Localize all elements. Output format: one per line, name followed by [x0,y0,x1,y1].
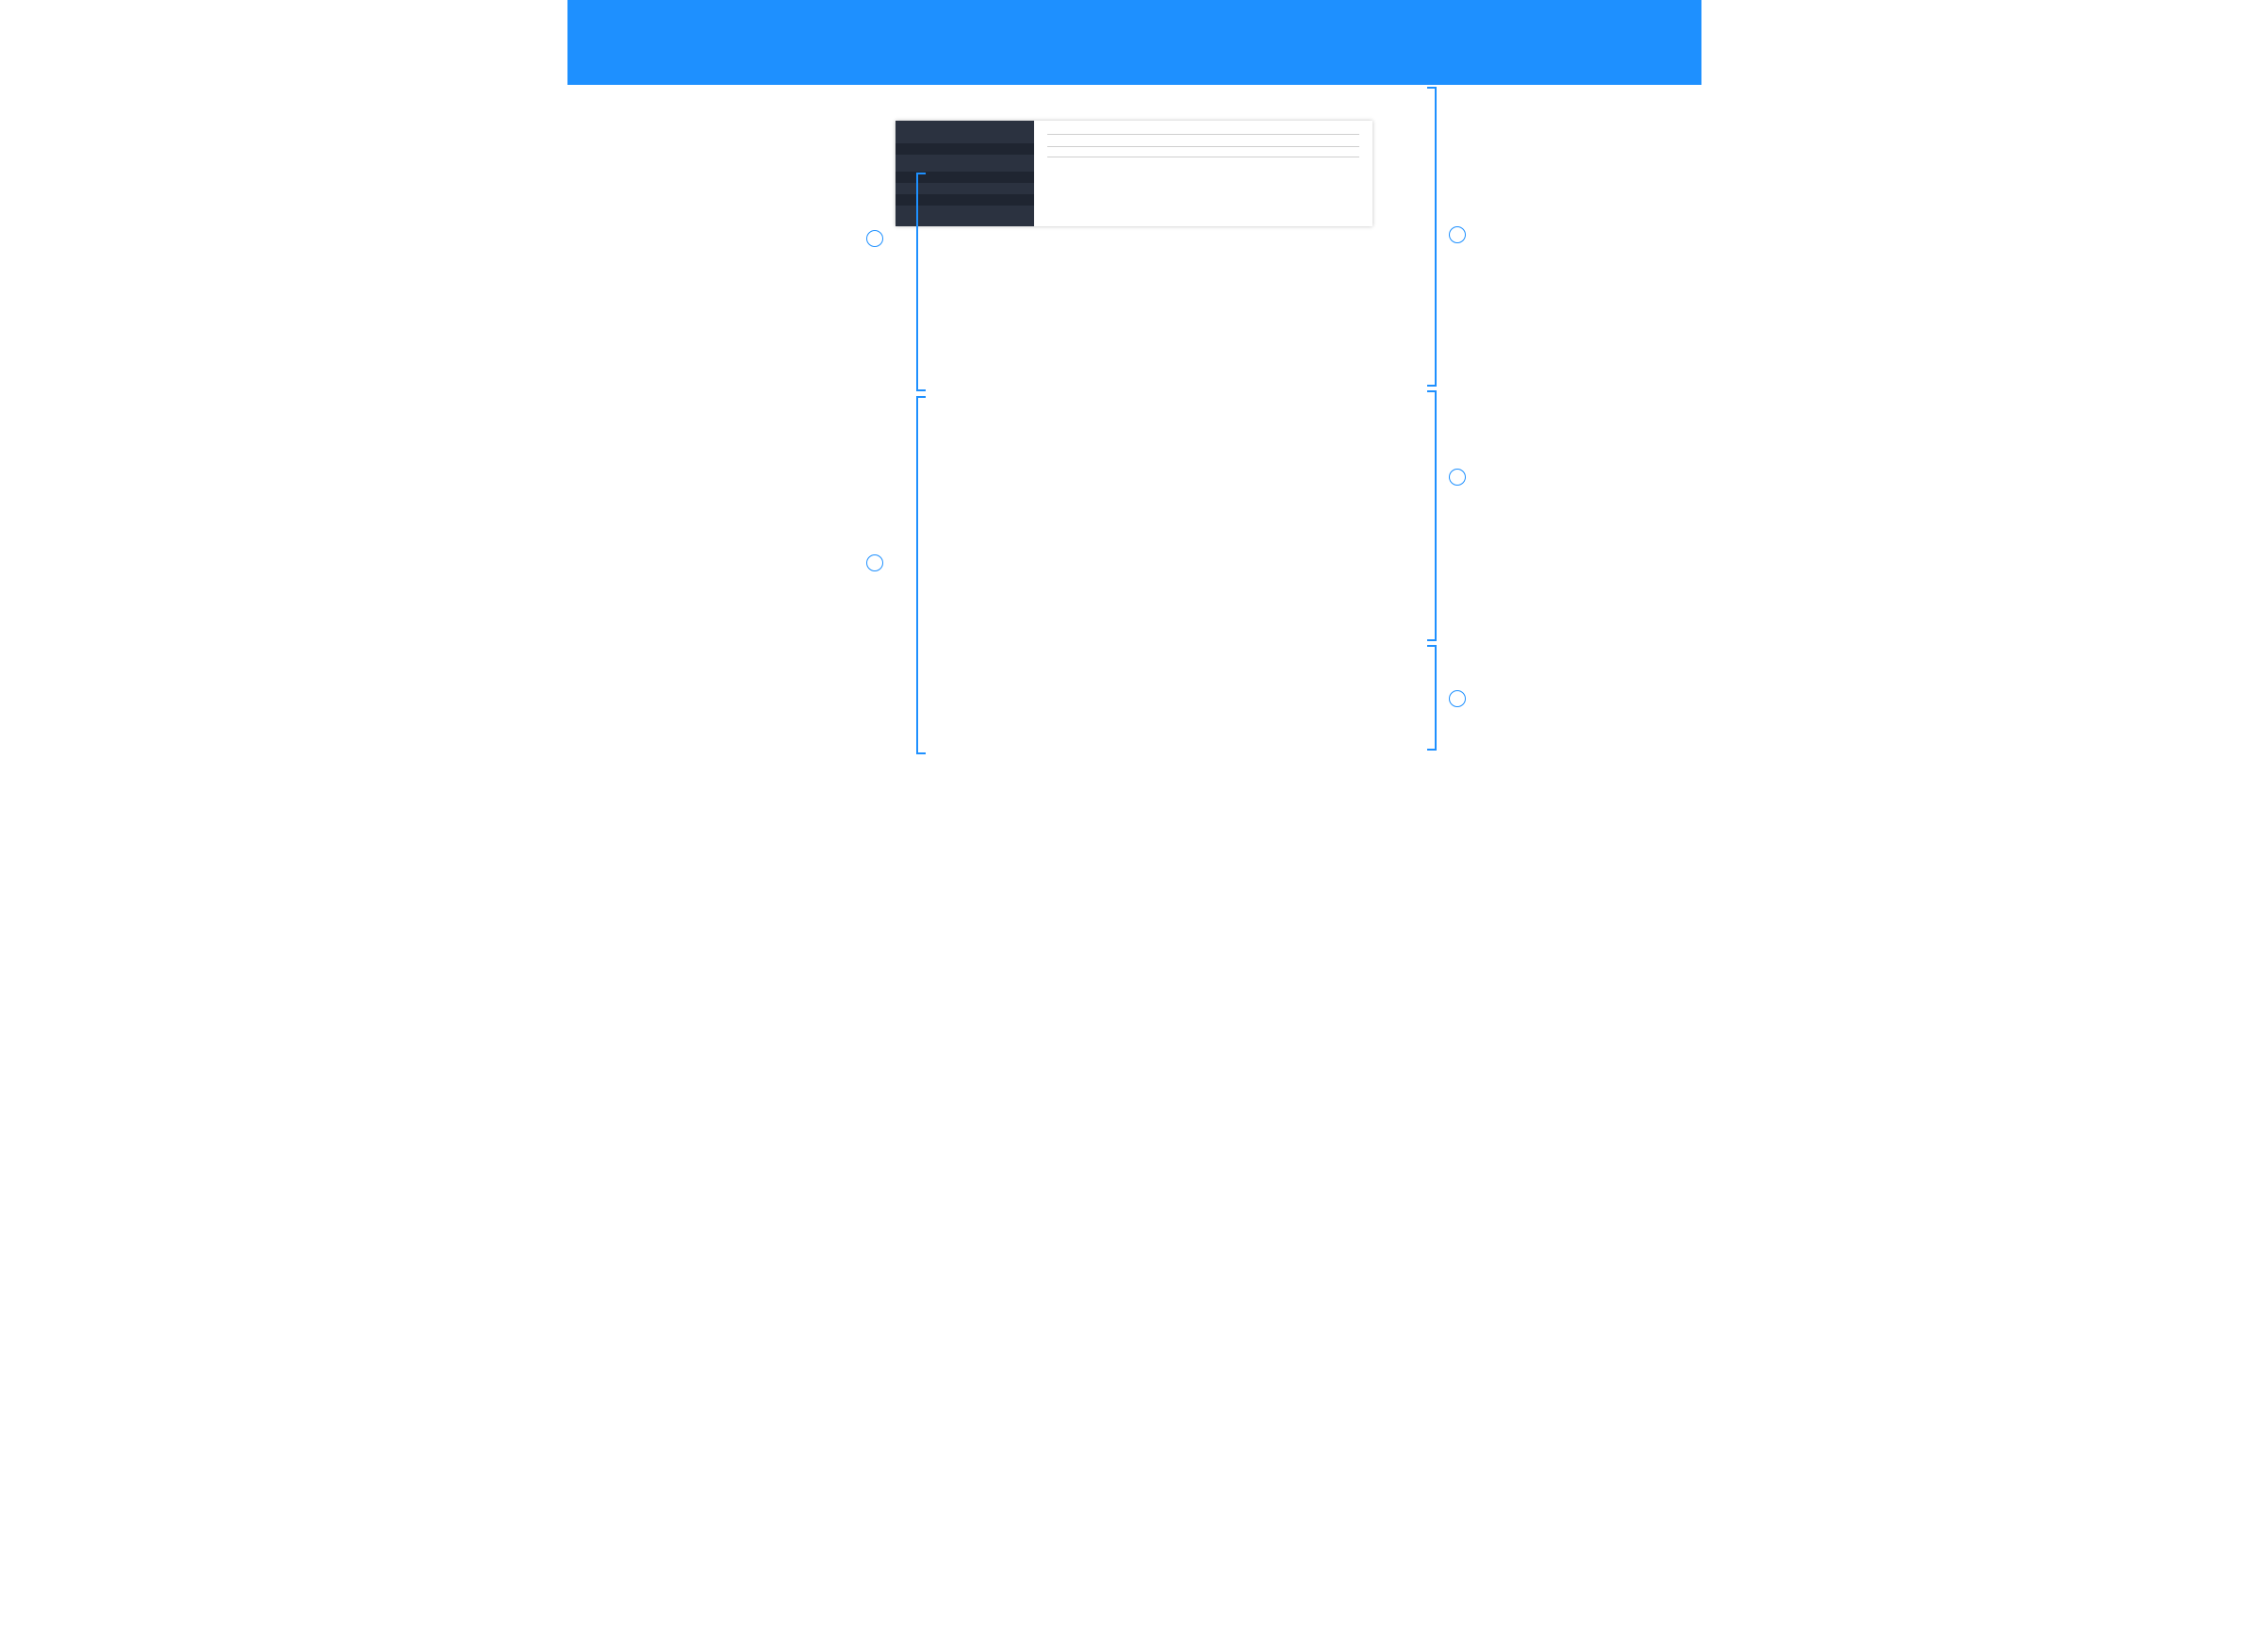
annotation-number-badge [866,230,883,247]
resume-card [896,121,1372,226]
bracket-education [1427,645,1437,751]
annotation-number-badge [1449,690,1466,707]
bracket-skills-summary [1427,87,1437,387]
annotation-number-badge [866,554,883,571]
name-block [896,121,1034,132]
annotation-contact-info [633,228,883,247]
annotation-number-badge [1449,226,1466,243]
section-heading-education [1047,153,1359,157]
header-banner [567,0,1701,85]
annotation-additional-skills [633,553,883,571]
bracket-contact-info [916,173,926,391]
section-heading-skills-summary [1047,130,1359,135]
section-heading-experience [1047,142,1359,147]
annotation-work-experience [1449,467,1475,486]
bracket-additional-skills [916,396,926,754]
personal-info-block [896,155,1034,172]
bracket-work-experience [1427,390,1437,641]
annotation-skills-summary [1449,224,1475,243]
role-label [896,132,1034,143]
sidebar-heading-personal [896,143,1034,155]
diagram-stage [567,85,1701,226]
annotation-education [1449,688,1475,707]
annotation-number-badge [1449,469,1466,486]
resume-main [1034,121,1372,226]
